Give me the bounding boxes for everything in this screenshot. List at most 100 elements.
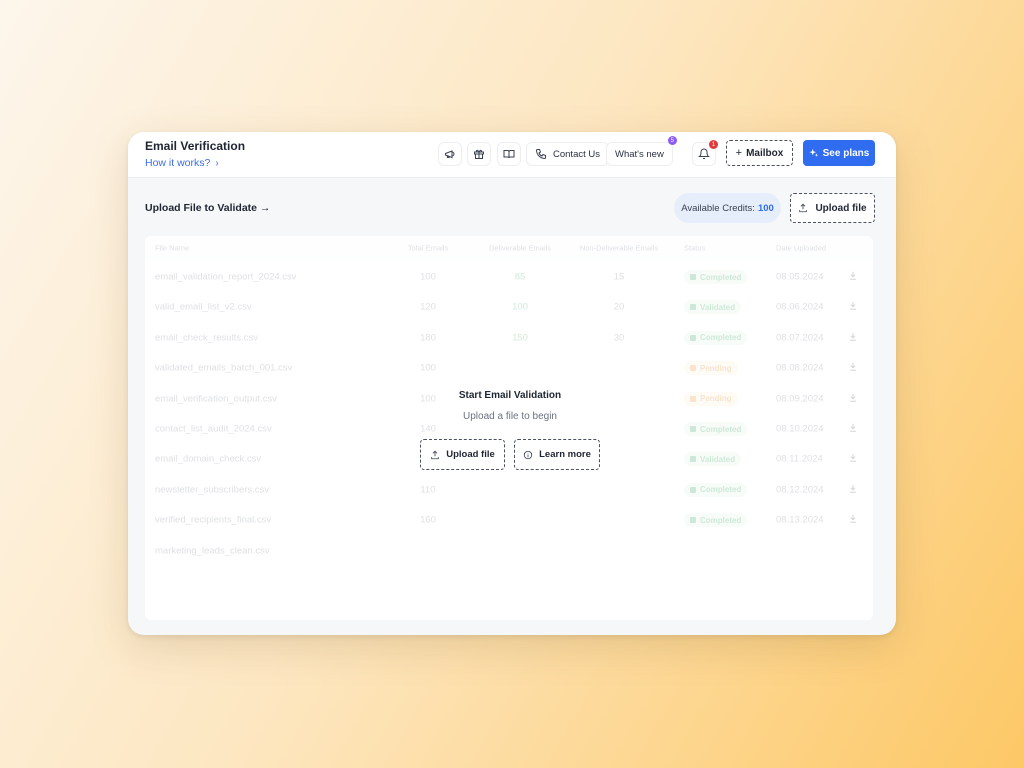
status-label: Completed	[700, 272, 742, 282]
plus-icon: +	[735, 147, 743, 159]
status-badge: Pending	[684, 391, 738, 406]
mailbox-button[interactable]: + Mailbox	[726, 140, 793, 166]
status-badge: Validated	[684, 300, 742, 315]
download-icon	[850, 423, 856, 432]
how-it-works-label: How it works?	[145, 157, 211, 169]
download-icon	[850, 514, 856, 523]
total-emails-value: 140	[420, 423, 436, 435]
download-button[interactable]	[848, 423, 858, 436]
learn-more-button[interactable]: Learn more	[514, 439, 600, 470]
download-button[interactable]	[848, 483, 858, 496]
sparkle-icon	[809, 148, 818, 157]
total-emails-value: 120	[420, 301, 436, 313]
status-label: Completed	[700, 515, 742, 525]
table-row[interactable]: email_check_results.csv 180 150 30 Completed…	[145, 323, 873, 353]
table-row[interactable]: email_validation_report_2024.csv 100 85 15 C…	[145, 262, 873, 292]
file-name: email_verification_output.csv	[155, 393, 277, 405]
upload-section-title: Upload File to Validate →	[145, 202, 271, 214]
column-header: Status	[684, 243, 706, 253]
credits-label: Available Credits:	[681, 202, 755, 214]
status-label: Validated	[700, 454, 736, 464]
date-uploaded: 08.05.2024	[776, 271, 824, 283]
non-deliverable-value: 15	[613, 271, 625, 283]
download-button[interactable]	[848, 453, 858, 466]
download-button[interactable]	[848, 271, 858, 284]
upload-icon	[799, 203, 808, 213]
status-label: Pending	[700, 363, 732, 373]
download-icon	[850, 484, 856, 493]
download-icon	[850, 393, 856, 402]
status-dot	[690, 274, 696, 280]
status-dot	[690, 395, 696, 402]
date-uploaded: 08.06.2024	[776, 301, 824, 313]
mailbox-label: Mailbox	[746, 147, 784, 159]
megaphone-icon	[445, 150, 455, 159]
upload-file-label: Upload file	[815, 202, 867, 214]
credits-value: 100	[757, 202, 774, 214]
deliverable-value: 85	[514, 271, 526, 283]
download-button[interactable]	[848, 362, 858, 375]
top-bar: Email Verification How it works? › Contac…	[128, 132, 896, 178]
empty-upload-file-button[interactable]: Upload file	[420, 439, 505, 470]
table-header: File Name Total Emails Deliverable Email…	[145, 236, 873, 260]
date-uploaded: 08.08.2024	[776, 362, 824, 374]
download-button[interactable]	[848, 514, 858, 527]
column-header-label: Total Emails	[407, 243, 449, 253]
status-badge: Completed	[684, 482, 748, 497]
download-button[interactable]	[848, 392, 858, 405]
table-row[interactable]: contact_list_audit_2024.csv 140 Completed 0…	[145, 414, 873, 444]
status-badge: Completed	[684, 422, 748, 436]
empty-upload-label: Upload file	[446, 449, 495, 460]
whats-new-button[interactable]: What's new 5	[606, 136, 677, 166]
total-emails-value: 100	[420, 271, 436, 283]
total-emails-value: 100	[420, 393, 436, 405]
date-uploaded: 08.09.2024	[776, 393, 824, 405]
table-row[interactable]: newsletter_subscribers.csv 110 Completed 08…	[145, 475, 873, 505]
total-emails-value: 100	[420, 362, 436, 374]
status-badge: Completed	[684, 513, 748, 528]
book-icon	[503, 150, 515, 159]
column-header: File Name	[155, 243, 190, 253]
status-dot	[690, 426, 696, 432]
notifications-button[interactable]: 1	[692, 140, 718, 166]
announcement-button[interactable]	[438, 142, 462, 166]
file-name: validated_emails_batch_001.csv	[155, 362, 293, 374]
table-row[interactable]: validated_emails_batch_001.csv 100 Pending…	[145, 353, 873, 383]
chevron-right-icon: ›	[215, 158, 219, 169]
status-dot	[690, 486, 696, 493]
table-row[interactable]: valid_email_list_v2.csv 120 100 20 Validated…	[145, 292, 873, 322]
non-deliverable-value: 20	[613, 301, 625, 313]
table-row[interactable]: verified_recipients_final.csv 160 Complete…	[145, 505, 873, 535]
status-cell: Completed	[684, 513, 748, 528]
download-button[interactable]	[848, 301, 858, 314]
upload-file-button[interactable]: Upload file	[790, 193, 875, 223]
download-button[interactable]	[848, 331, 858, 344]
status-cell: Completed	[684, 422, 748, 436]
status-dot	[690, 517, 696, 524]
status-cell: Validated	[684, 300, 742, 315]
table-row[interactable]: marketing_leads_clean.csv	[145, 536, 873, 566]
download-icon	[850, 332, 856, 341]
status-label: Validated	[700, 302, 736, 312]
file-name: verified_recipients_final.csv	[155, 514, 272, 526]
title-block: Email Verification How it works? ›	[145, 139, 245, 169]
status-badge: Validated	[684, 452, 742, 467]
status-dot	[690, 456, 696, 463]
gift-button[interactable]	[467, 142, 491, 166]
download-icon	[850, 271, 856, 280]
info-icon	[523, 450, 533, 459]
app-window: Email Verification How it works? › Contac…	[128, 132, 896, 635]
docs-button[interactable]	[497, 142, 521, 166]
how-it-works-link[interactable]: How it works? ›	[145, 157, 245, 169]
page-title: Email Verification	[145, 139, 246, 153]
table-row[interactable]: email_domain_check.csv150Validated08.11.…	[145, 444, 873, 474]
column-header: Date Uploaded	[776, 243, 827, 253]
file-name: email_domain_check.csv	[155, 453, 262, 465]
table-row[interactable]: email_verification_output.csv 100 Pending 0…	[145, 384, 873, 414]
notifications-badge: 1	[709, 140, 718, 149]
status-cell: Pending	[684, 391, 738, 406]
non-deliverable-value: 30	[613, 332, 625, 344]
contact-us-button[interactable]: Contact Us	[526, 142, 609, 166]
file-name: email_check_results.csv	[155, 332, 258, 344]
see-plans-button[interactable]: See plans	[803, 140, 875, 166]
